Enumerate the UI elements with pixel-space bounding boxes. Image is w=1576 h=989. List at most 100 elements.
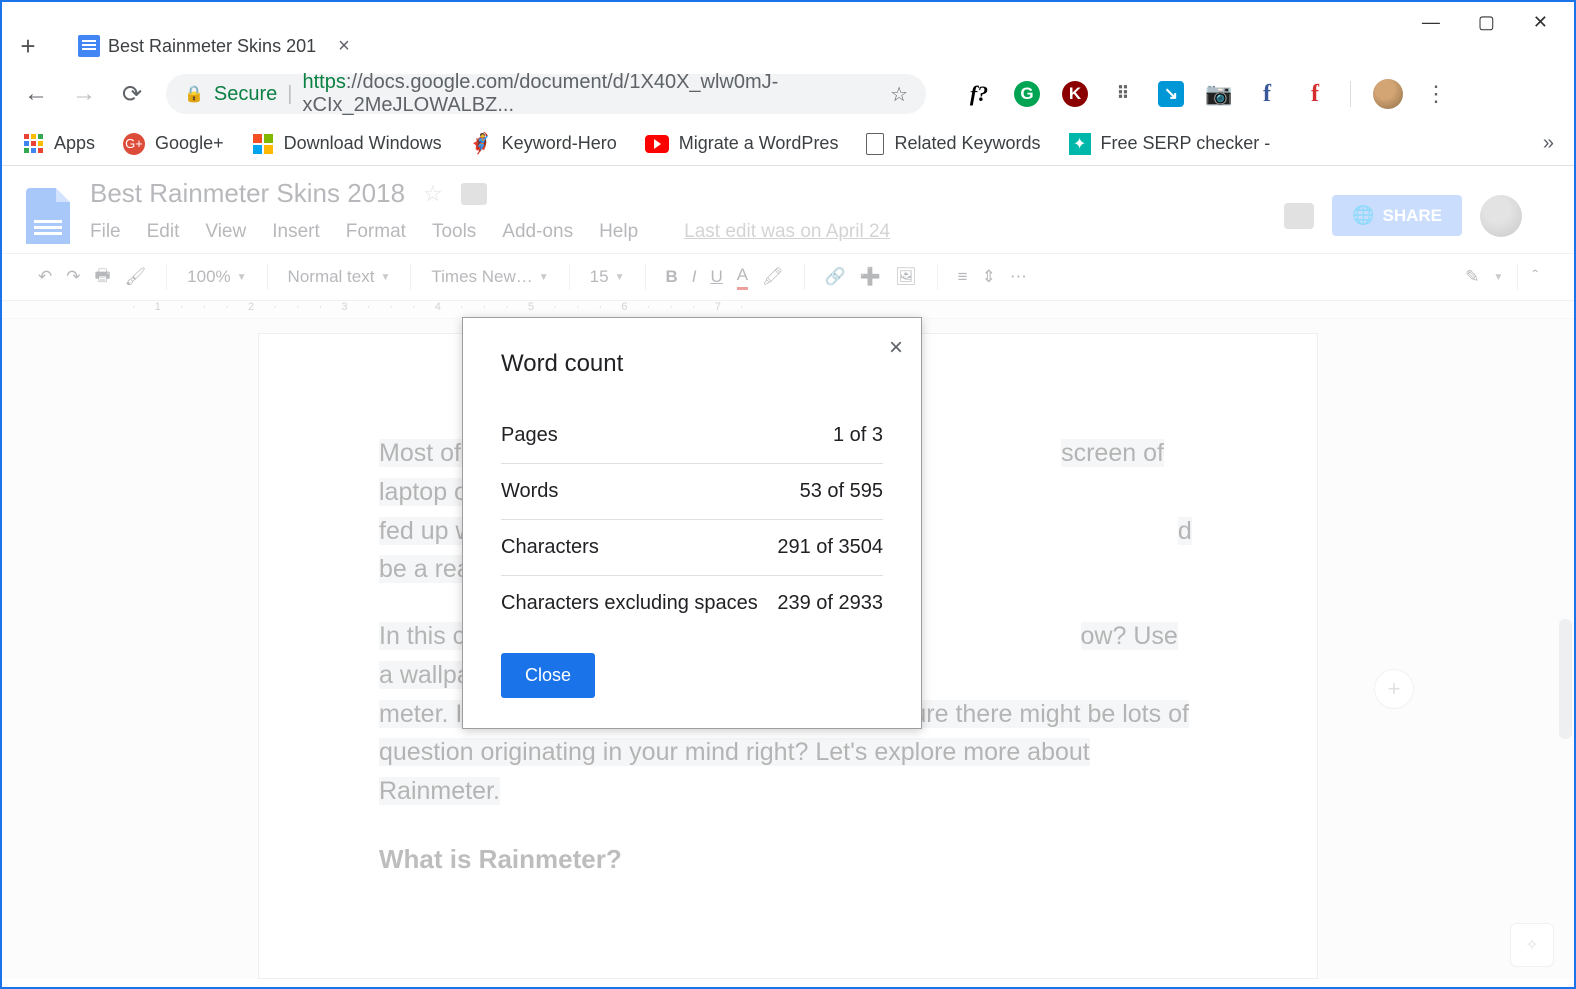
tab-close-icon[interactable]: × [338, 35, 350, 58]
extension-icons: f? G K ⠿ ↘ 📷 f f ⋮ [966, 79, 1447, 109]
browser-tab[interactable]: Best Rainmeter Skins 201 × [64, 28, 364, 64]
k-extension-icon[interactable]: K [1062, 81, 1088, 107]
new-tab-button[interactable]: + [10, 28, 46, 64]
bookmark-label: Keyword-Hero [502, 133, 617, 154]
bookmark-label: Free SERP checker - [1101, 133, 1271, 154]
scrollbar-thumb[interactable] [1559, 619, 1572, 739]
serp-icon: ✦ [1069, 133, 1091, 155]
redo-icon[interactable]: ↷ [66, 267, 80, 287]
menu-help[interactable]: Help [599, 221, 638, 243]
font-size-selector[interactable]: 15▼ [578, 267, 637, 287]
style-selector[interactable]: Normal text▼ [276, 267, 403, 287]
last-edit-link[interactable]: Last edit was on April 24 [684, 221, 890, 243]
comments-icon[interactable] [1284, 203, 1314, 229]
menu-tools[interactable]: Tools [432, 221, 476, 243]
font-selector[interactable]: Times New…▼ [419, 267, 560, 287]
collapse-icon[interactable]: ˆ [1532, 267, 1538, 287]
menu-edit[interactable]: Edit [147, 221, 180, 243]
address-bar[interactable]: 🔒 Secure | https://docs.google.com/docum… [166, 74, 926, 114]
comment-icon[interactable]: ➕ [860, 267, 881, 287]
extension-icon[interactable]: ⠿ [1110, 81, 1136, 107]
account-avatar[interactable] [1480, 195, 1522, 237]
menu-insert[interactable]: Insert [272, 221, 320, 243]
stat-label: Pages [501, 424, 558, 447]
docs-header: Best Rainmeter Skins 2018 ☆ File Edit Vi… [2, 166, 1574, 253]
move-folder-icon[interactable] [461, 183, 487, 205]
keyword-hero-icon: 🦸 [470, 133, 492, 155]
share-label: SHARE [1382, 206, 1442, 226]
bookmark-migrate-wp[interactable]: Migrate a WordPres [645, 133, 839, 154]
stat-row-words: Words 53 of 595 [501, 464, 883, 520]
bookmark-related-keywords[interactable]: Related Keywords [866, 133, 1040, 155]
bookmark-keyword-hero[interactable]: 🦸 Keyword-Hero [470, 133, 617, 155]
minimize-icon[interactable]: — [1422, 12, 1440, 33]
forward-button[interactable]: → [70, 80, 98, 108]
maximize-icon[interactable]: ▢ [1478, 12, 1495, 33]
text-color-icon[interactable]: A [737, 265, 748, 290]
explore-button[interactable]: ✧ [1510, 923, 1554, 967]
menu-file[interactable]: File [90, 221, 121, 243]
bookmarks-overflow-icon[interactable]: » [1543, 132, 1554, 155]
menu-view[interactable]: View [205, 221, 246, 243]
bookmark-apps[interactable]: Apps [22, 133, 95, 155]
docs-toolbar: ↶ ↷ 🖶 🖌 100%▼ Normal text▼ Times New…▼ 1… [2, 253, 1574, 301]
bookmarks-bar: Apps G+ Google+ Download Windows 🦸 Keywo… [2, 122, 1574, 166]
close-button[interactable]: Close [501, 653, 595, 698]
docs-header-right: 🌐 SHARE [1284, 195, 1550, 237]
bookmark-star-icon[interactable]: ☆ [890, 82, 908, 107]
bold-icon[interactable]: B [666, 267, 678, 287]
globe-icon: 🌐 [1352, 205, 1374, 226]
share-button[interactable]: 🌐 SHARE [1332, 195, 1462, 236]
facebook-extension-icon[interactable]: f [1254, 81, 1280, 107]
separator [1350, 81, 1351, 107]
heading: What is Rainmeter? [379, 839, 1197, 879]
document-title[interactable]: Best Rainmeter Skins 2018 [90, 178, 405, 209]
menu-addons[interactable]: Add-ons [502, 221, 573, 243]
apps-icon [22, 133, 44, 155]
whatfont-extension-icon[interactable]: f? [966, 81, 992, 107]
googleplus-icon: G+ [123, 133, 145, 155]
separator: | [287, 83, 292, 106]
bookmark-googleplus[interactable]: G+ Google+ [123, 133, 224, 155]
f-extension-icon[interactable]: f [1302, 81, 1328, 107]
paint-format-icon[interactable]: 🖌 [125, 267, 147, 287]
close-window-icon[interactable]: ✕ [1533, 12, 1548, 33]
undo-icon[interactable]: ↶ [38, 267, 52, 287]
line-spacing-icon[interactable]: ⇕ [982, 267, 996, 287]
image-icon[interactable]: 🖼 [895, 267, 917, 287]
highlight-icon[interactable]: 🖍 [762, 267, 784, 287]
chrome-menu-icon[interactable]: ⋮ [1425, 81, 1447, 107]
docs-favicon-icon [78, 35, 100, 57]
star-document-icon[interactable]: ☆ [423, 181, 443, 207]
more-icon[interactable]: ⋯ [1010, 267, 1027, 287]
print-icon[interactable]: 🖶 [95, 263, 111, 292]
camera-extension-icon[interactable]: 📷 [1206, 81, 1232, 107]
align-icon[interactable]: ≡ [958, 267, 968, 287]
zoom-selector[interactable]: 100%▼ [175, 267, 258, 287]
stat-label: Characters [501, 536, 599, 559]
bookmark-serp-checker[interactable]: ✦ Free SERP checker - [1069, 133, 1271, 155]
bookmark-label: Google+ [155, 133, 224, 154]
bookmark-label: Download Windows [284, 133, 442, 154]
dialog-title: Word count [501, 350, 883, 378]
extension-icon[interactable]: ↘ [1158, 81, 1184, 107]
add-comment-fab[interactable]: + [1374, 669, 1414, 709]
italic-icon[interactable]: I [692, 267, 697, 287]
back-button[interactable]: ← [22, 80, 50, 108]
grammarly-extension-icon[interactable]: G [1014, 81, 1040, 107]
link-icon[interactable]: 🔗 [825, 267, 846, 287]
page-icon [866, 133, 884, 155]
docs-logo-icon[interactable] [26, 188, 70, 244]
bookmark-download-windows[interactable]: Download Windows [252, 133, 442, 155]
reload-button[interactable]: ⟳ [118, 80, 146, 108]
font-value: Times New… [431, 267, 532, 287]
profile-avatar[interactable] [1373, 79, 1403, 109]
dialog-close-icon[interactable]: × [889, 334, 903, 362]
docs-menu-bar: File Edit View Insert Format Tools Add-o… [90, 209, 1264, 253]
window-controls: — ▢ ✕ [1422, 2, 1574, 42]
editing-mode-icon[interactable]: ✎ [1465, 267, 1479, 287]
stat-label: Words [501, 480, 558, 503]
underline-icon[interactable]: U [711, 267, 723, 287]
stat-value: 1 of 3 [833, 424, 883, 447]
menu-format[interactable]: Format [346, 221, 406, 243]
